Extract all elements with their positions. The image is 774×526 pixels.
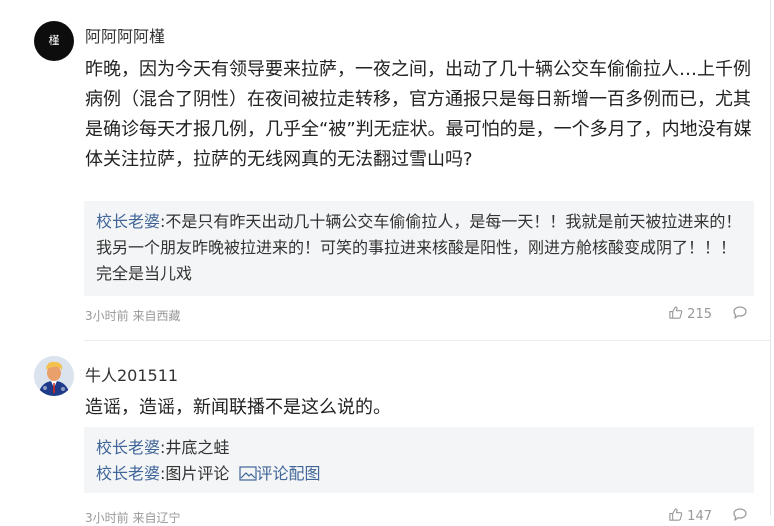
reply-box: 校长老婆:不是只有昨天出动几十辆公交车偷偷拉人，是每一天！！我就是前天被拉进来的… xyxy=(84,201,754,296)
panel-right-border xyxy=(770,0,771,516)
comment-username[interactable]: 牛人201511 xyxy=(85,362,178,386)
avatar[interactable] xyxy=(34,356,74,396)
comment-actions: 147 xyxy=(668,507,748,526)
like-count: 147 xyxy=(687,509,712,524)
reply-username[interactable]: 校长老婆 xyxy=(96,438,160,457)
like-button[interactable]: 147 xyxy=(668,507,712,526)
reply-text: 井底之蛙 xyxy=(165,438,230,457)
comment-text: 昨晚，因为今天有领导要来拉萨，一夜之间，出动了几十辆公交车偷偷拉人…上千例病例（… xyxy=(85,59,752,170)
thumbs-up-icon xyxy=(668,507,687,526)
reply-text: 图片评论 xyxy=(165,464,230,483)
avatar-illustration xyxy=(34,356,74,396)
reply-username[interactable]: 校长老婆 xyxy=(96,212,160,231)
reply-bubble-icon[interactable] xyxy=(732,305,748,324)
thumbs-up-icon xyxy=(668,305,687,324)
comment-item: 牛人201511 造谣，造谣，新闻联播不是这么说的。 校长老婆:井底之蛙 校长老… xyxy=(0,341,770,525)
comment-meta: 3小时前 来自西藏 xyxy=(85,309,181,323)
reply-item: 校长老婆:不是只有昨天出动几十辆公交车偷偷拉人，是每一天！！我就是前天被拉进来的… xyxy=(96,209,742,287)
image-comment-label: 评论配图 xyxy=(256,464,321,483)
avatar-glyph: 槿 xyxy=(48,34,60,47)
comment-text: 造谣，造谣，新闻联播不是这么说的。 xyxy=(85,397,391,418)
reply-item: 校长老婆:图片评论 评论配图 xyxy=(96,461,742,489)
comment-actions: 215 xyxy=(668,305,748,324)
reply-box: 校长老婆:井底之蛙 校长老婆:图片评论 评论配图 xyxy=(84,427,754,493)
reply-bubble-icon[interactable] xyxy=(732,507,748,526)
avatar[interactable]: 槿 xyxy=(34,21,74,61)
reply-text: 不是只有昨天出动几十辆公交车偷偷拉人，是每一天！！我就是前天被拉进来的！我另一个… xyxy=(96,212,742,283)
image-comment-link[interactable]: 评论配图 xyxy=(235,464,321,483)
comment-item: 槿 阿阿阿阿槿 昨晚，因为今天有领导要来拉萨，一夜之间，出动了几十辆公交车偷偷拉… xyxy=(0,0,770,340)
reply-username[interactable]: 校长老婆 xyxy=(96,464,160,483)
like-count: 215 xyxy=(687,307,712,322)
reply-item: 校长老婆:井底之蛙 xyxy=(96,435,742,461)
image-icon xyxy=(238,463,257,489)
like-button[interactable]: 215 xyxy=(668,305,712,324)
comment-meta: 3小时前 来自辽宁 xyxy=(85,511,181,525)
comment-username[interactable]: 阿阿阿阿槿 xyxy=(85,23,165,47)
